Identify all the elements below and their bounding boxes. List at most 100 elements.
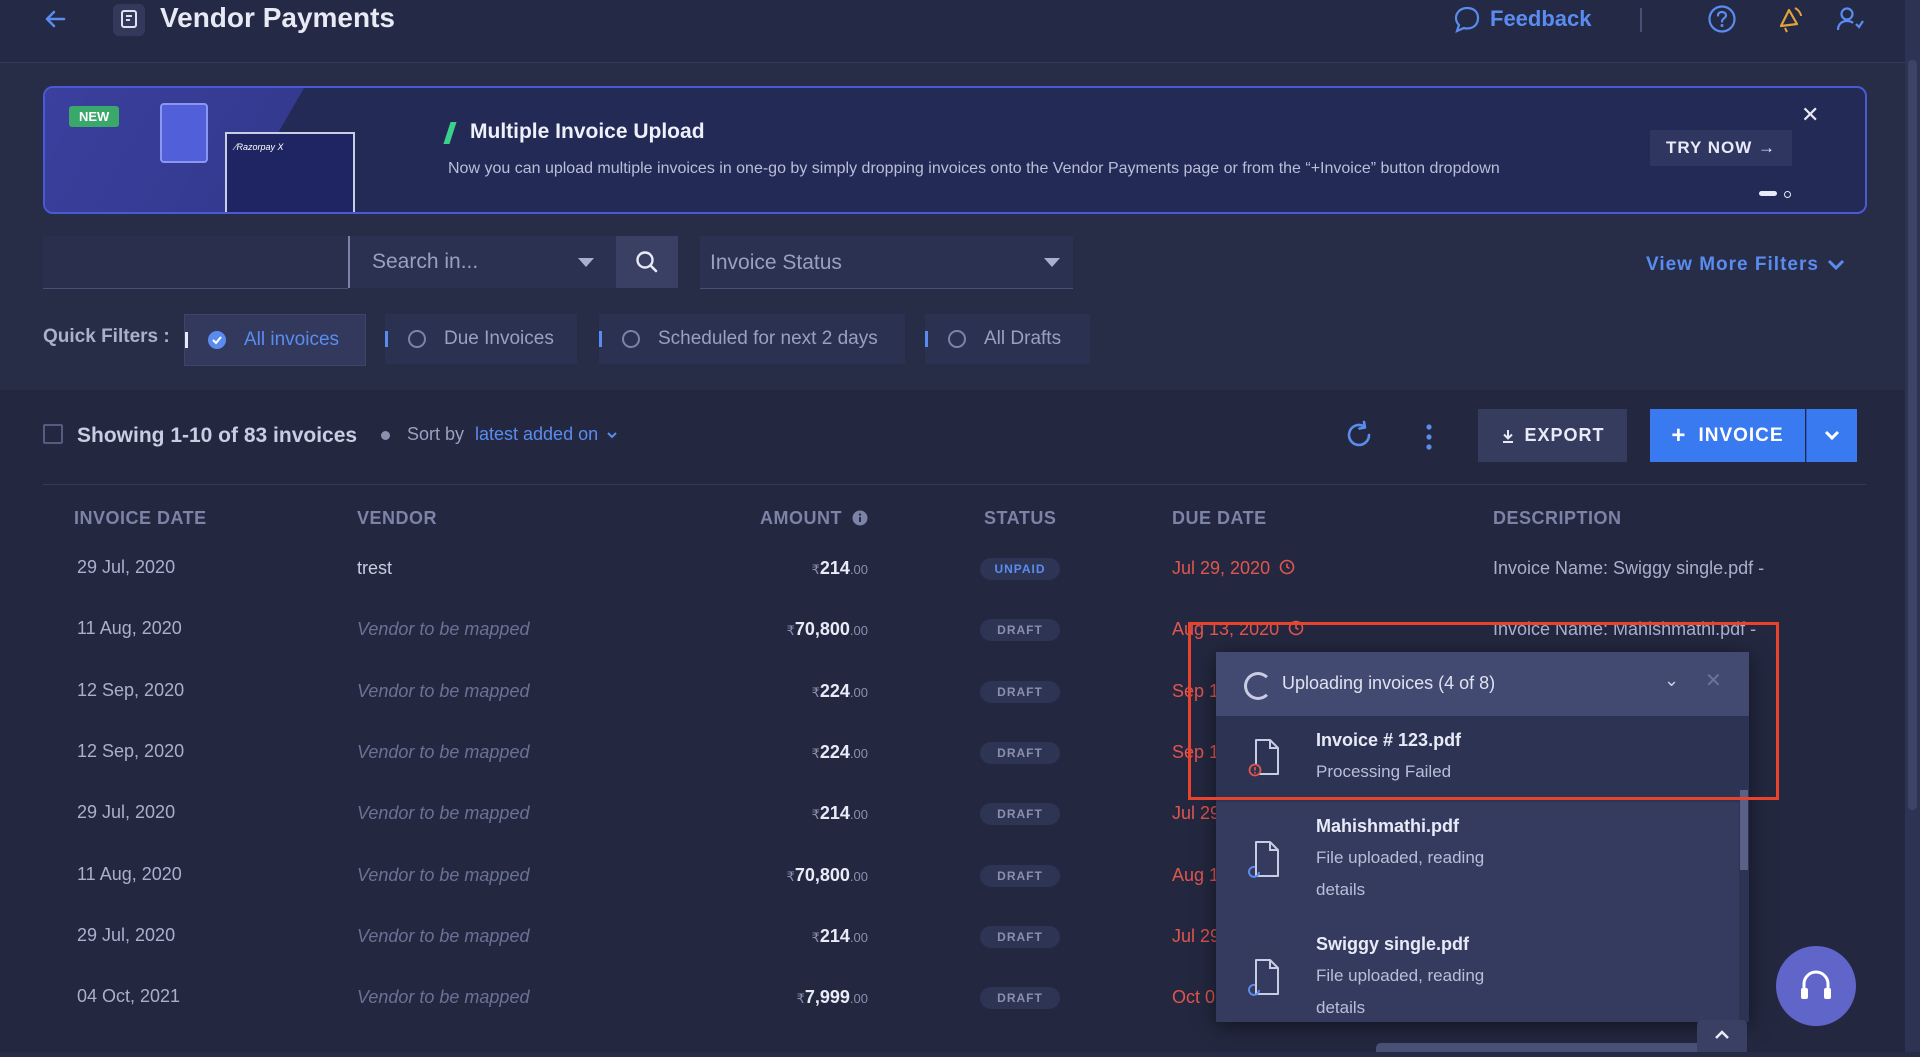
due-date-value: Jul 29 (1172, 803, 1221, 824)
quick-filter-scheduled[interactable]: Scheduled for next 2 days (599, 314, 905, 364)
scroll-to-top-button[interactable] (1697, 1020, 1747, 1052)
sort-value: latest added on (475, 424, 599, 444)
chip-divider (599, 331, 602, 347)
file-uploading-icon (1248, 840, 1280, 878)
document-illustration-icon (160, 103, 208, 163)
quick-filter-all-invoices[interactable]: All invoices (184, 314, 366, 366)
carousel-dot-active[interactable] (1759, 191, 1777, 196)
due-date: Jul 29, 2020 (1172, 558, 1295, 579)
banner-title: Multiple Invoice Upload (470, 120, 705, 143)
amount-value: 214 (819, 558, 850, 578)
chevron-down-icon (607, 431, 617, 438)
more-options-icon[interactable] (1425, 423, 1433, 451)
invoice-date: 29 Jul, 2020 (77, 802, 176, 823)
column-due-date[interactable]: DUE DATE (1172, 508, 1267, 529)
currency-symbol: ₹ (786, 868, 795, 884)
view-more-filters-label: View More Filters (1646, 254, 1819, 275)
feedback-button[interactable]: Feedback (1452, 4, 1592, 34)
user-account-icon[interactable] (1835, 4, 1865, 34)
quick-filter-due-invoices[interactable]: Due Invoices (385, 314, 577, 364)
currency-symbol: ₹ (786, 623, 795, 639)
status-badge: DRAFT (980, 741, 1060, 764)
amount-value: 214 (819, 925, 850, 946)
invoice-amount: ₹70,800.00 (700, 865, 868, 886)
upload-item: Swiggy single.pdf File uploaded, reading… (1216, 920, 1741, 1022)
list-divider (43, 484, 1866, 485)
export-label: EXPORT (1524, 425, 1605, 445)
search-button[interactable] (616, 236, 678, 288)
radio-icon (622, 330, 640, 348)
amount-decimals: .00 (849, 991, 868, 1007)
failed-item-highlight (1188, 622, 1779, 800)
invoice-amount: ₹224.00 (700, 681, 868, 702)
column-description[interactable]: DESCRIPTION (1493, 508, 1622, 529)
quick-filter-all-drafts[interactable]: All Drafts (925, 314, 1090, 364)
search-icon (636, 251, 658, 273)
column-vendor[interactable]: VENDOR (357, 508, 437, 529)
chip-divider (385, 331, 388, 347)
status-badge: DRAFT (980, 803, 1060, 826)
status-badge: DRAFT (980, 680, 1060, 703)
banner-close-icon[interactable]: ✕ (1801, 102, 1819, 128)
vendor-name: Vendor to be mapped (357, 864, 530, 885)
status-badge: UNPAID (980, 558, 1060, 580)
sort-dropdown[interactable]: latest added on (475, 424, 618, 445)
page-scrollbar-thumb[interactable] (1908, 60, 1917, 810)
status-badge: DRAFT (980, 619, 1060, 642)
vendor-payments-icon (113, 4, 145, 36)
vendor-name: Vendor to be mapped (357, 680, 530, 701)
column-amount[interactable]: AMOUNT (760, 508, 868, 529)
due-date-value: Aug 1 (1172, 864, 1220, 885)
add-invoice-dropdown[interactable] (1806, 409, 1857, 462)
bottom-drawer-handle[interactable] (1376, 1043, 1706, 1052)
status-badge: DRAFT (980, 864, 1060, 887)
invoice-date: 11 Aug, 2020 (77, 863, 182, 884)
upload-file-status: File uploaded, reading details (1316, 848, 1485, 899)
refresh-icon[interactable] (1344, 420, 1374, 450)
upload-file-name: Mahishmathi.pdf (1316, 816, 1459, 836)
currency-symbol: ₹ (811, 807, 820, 823)
back-arrow-icon[interactable] (40, 4, 70, 34)
clock-icon (1279, 559, 1295, 575)
invoice-date: 12 Sep, 2020 (77, 740, 185, 761)
select-all-checkbox[interactable] (43, 424, 63, 444)
radio-icon (948, 330, 966, 348)
chip-label: Scheduled for next 2 days (658, 328, 878, 349)
carousel-dot[interactable] (1784, 191, 1791, 198)
upload-scrollbar-thumb[interactable] (1740, 790, 1748, 870)
add-invoice-button[interactable]: + INVOICE (1650, 409, 1805, 462)
view-more-filters-button[interactable]: View More Filters (1646, 254, 1845, 276)
column-invoice-date[interactable]: INVOICE DATE (74, 508, 207, 529)
file-uploading-icon (1248, 958, 1280, 996)
amount-decimals: .00 (849, 868, 868, 884)
currency-symbol: ₹ (811, 745, 820, 761)
column-status[interactable]: STATUS (984, 508, 1056, 529)
help-icon[interactable] (1707, 4, 1737, 34)
separator-dot (381, 431, 390, 440)
chevron-up-icon (1715, 1030, 1729, 1039)
due-date: Jul 29 (1172, 926, 1220, 947)
due-date: Oct 0 (1172, 987, 1215, 1008)
info-icon[interactable] (852, 510, 868, 526)
search-input[interactable] (43, 236, 348, 289)
add-invoice-label: INVOICE (1698, 424, 1784, 446)
chip-divider (925, 331, 928, 347)
try-now-button[interactable]: TRY NOW → (1650, 130, 1792, 166)
search-in-dropdown[interactable]: Search in... (348, 236, 617, 288)
export-button[interactable]: EXPORT (1478, 409, 1627, 462)
page-title: Vendor Payments (160, 2, 395, 33)
invoice-date: 12 Sep, 2020 (77, 679, 185, 700)
announcement-bell-icon[interactable] (1773, 2, 1807, 36)
currency-symbol: ₹ (811, 562, 820, 577)
table-row[interactable]: 29 Jul, 2020 trest ₹214.00 UNPAID Jul 29, 20… (0, 553, 1905, 614)
invoice-status-dropdown[interactable]: Invoice Status (700, 236, 1073, 289)
amount-decimals: .00 (849, 807, 868, 823)
caret-down-icon (1044, 258, 1060, 267)
vendor-name: Vendor to be mapped (357, 925, 530, 946)
currency-symbol: ₹ (811, 929, 820, 945)
chip-label: All Drafts (984, 328, 1062, 349)
upload-file-status: File uploaded, reading details (1316, 966, 1485, 1017)
invoice-description: Invoice Name: Swiggy single.pdf - (1493, 558, 1765, 578)
vendor-name: trest (357, 558, 393, 578)
support-chat-button[interactable] (1776, 946, 1856, 1026)
